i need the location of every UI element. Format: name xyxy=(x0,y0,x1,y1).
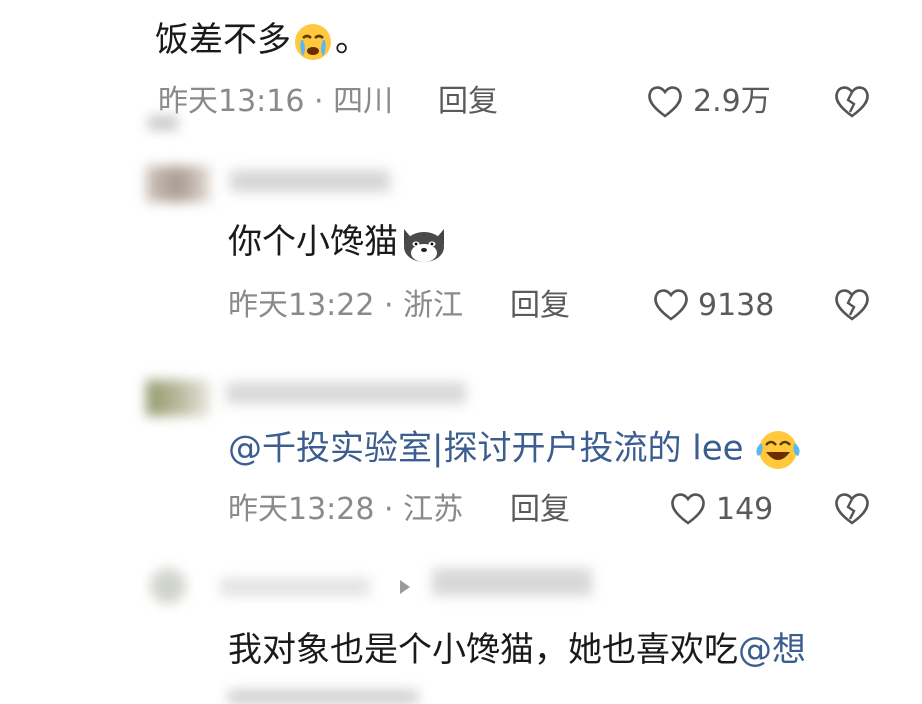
comment-3-location: 江苏 xyxy=(403,492,464,527)
dislike-button[interactable] xyxy=(832,489,872,527)
comment-4: 我对象也是个小馋猫，她也喜欢吃@想 xyxy=(228,630,806,670)
broken-heart-icon xyxy=(835,289,869,321)
comment-3-meta: 昨天13:28 · 江苏 xyxy=(228,492,463,528)
reply-arrow-icon xyxy=(398,578,412,596)
meta-sep: · xyxy=(374,288,404,323)
joy-tears-icon xyxy=(754,428,802,472)
like-count: 2.9万 xyxy=(693,84,771,119)
username-blurred[interactable] xyxy=(220,578,370,596)
comment-3: @千投实验室|探讨开户投流的 lee xyxy=(228,428,802,472)
comment-2-time: 昨天13:22 xyxy=(228,288,375,323)
meta-sep: · xyxy=(304,84,334,119)
reply-button[interactable]: 回复 xyxy=(510,288,570,324)
mention-link[interactable]: @千投实验室|探讨开户投流的 lee xyxy=(228,429,744,469)
reply-button[interactable]: 回复 xyxy=(438,84,498,120)
replied-username-blurred[interactable] xyxy=(432,568,592,596)
avatar[interactable] xyxy=(146,380,210,416)
like-count: 9138 xyxy=(698,288,775,323)
mention-link[interactable]: @想 xyxy=(738,630,806,670)
comment-2-meta: 昨天13:22 · 浙江 xyxy=(228,288,463,324)
like-button[interactable] xyxy=(668,489,708,527)
dislike-button[interactable] xyxy=(832,82,872,120)
meta-sep: · xyxy=(374,492,404,527)
comment-4-text: 我对象也是个小馋猫，她也喜欢吃 xyxy=(228,630,738,670)
heart-icon xyxy=(654,289,688,321)
avatar[interactable] xyxy=(150,568,186,604)
comment-3-time: 昨天13:28 xyxy=(228,492,375,527)
comment-2-text: 你个小馋猫 xyxy=(228,222,398,262)
comment-1-text: 饭差不多 xyxy=(155,20,291,60)
cut-off-text xyxy=(228,690,418,704)
blurred-avatar-fragment xyxy=(148,116,178,130)
username-blurred[interactable] xyxy=(230,170,390,192)
comment-1-punct: 。 xyxy=(335,20,369,60)
like-button[interactable] xyxy=(645,82,685,120)
husky-dog-icon xyxy=(398,223,450,265)
comment-1: 饭差不多 。 xyxy=(155,20,369,62)
broken-heart-icon xyxy=(835,86,869,118)
comment-1-meta: 昨天13:16 · 四川 xyxy=(158,84,393,120)
like-button[interactable] xyxy=(651,285,691,323)
heart-icon xyxy=(671,493,705,525)
dislike-button[interactable] xyxy=(832,285,872,323)
comment-2-location: 浙江 xyxy=(403,288,464,323)
comment-1-location: 四川 xyxy=(333,84,394,119)
reply-button[interactable]: 回复 xyxy=(510,492,570,528)
broken-heart-icon xyxy=(835,493,869,525)
username-blurred[interactable] xyxy=(226,382,466,404)
comment-1-time: 昨天13:16 xyxy=(158,84,305,119)
crying-face-icon xyxy=(291,22,335,62)
avatar[interactable] xyxy=(146,166,210,202)
heart-icon xyxy=(648,86,682,118)
like-count: 149 xyxy=(716,492,774,527)
comment-2: 你个小馋猫 xyxy=(228,222,450,265)
